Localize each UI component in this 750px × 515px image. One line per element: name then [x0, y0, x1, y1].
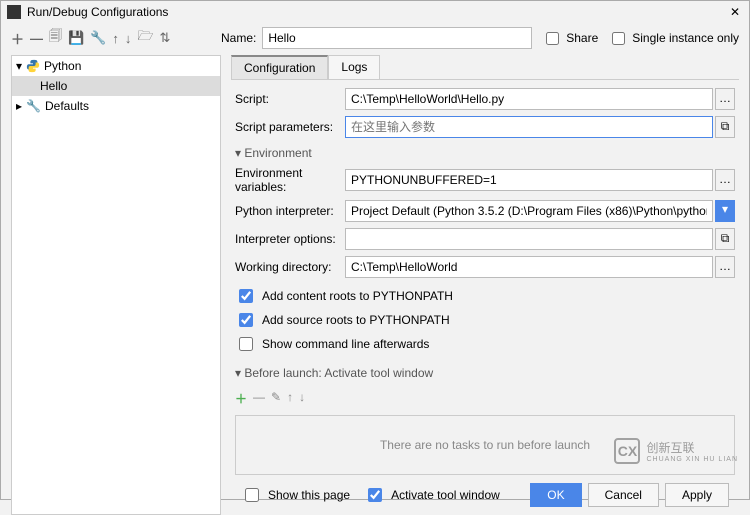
tree-item-defaults[interactable]: ▸ 🔧 Defaults — [12, 96, 220, 116]
script-params-expand-button[interactable]: ⧉ — [715, 116, 735, 138]
script-params-input[interactable] — [345, 116, 713, 138]
move-down-icon[interactable]: ↓ — [125, 31, 132, 46]
tree-label-hello: Hello — [40, 79, 67, 93]
environment-section-header[interactable]: ▾ Environment — [235, 144, 735, 166]
single-instance-label: Single instance only — [632, 31, 739, 45]
single-instance-checkbox[interactable] — [612, 32, 625, 45]
source-roots-checkbox[interactable] — [239, 313, 253, 327]
name-input[interactable] — [262, 27, 532, 49]
task-down-icon[interactable]: ↓ — [299, 390, 305, 407]
show-cmd-checkbox[interactable] — [239, 337, 253, 351]
watermark-logo: CX — [614, 438, 640, 464]
share-checkbox[interactable] — [546, 32, 559, 45]
envvars-label: Environment variables: — [235, 166, 345, 194]
remove-task-icon[interactable]: — — [253, 390, 265, 407]
working-dir-browse-button[interactable]: … — [715, 256, 735, 278]
watermark-line2: CHUANG XIN HU LIAN — [646, 456, 738, 463]
window-title: Run/Debug Configurations — [27, 5, 727, 19]
tree-label-python: Python — [44, 59, 81, 73]
close-icon[interactable]: ✕ — [727, 5, 743, 19]
cancel-button[interactable]: Cancel — [588, 483, 659, 507]
tab-configuration[interactable]: Configuration — [231, 55, 328, 79]
tree-item-hello[interactable]: Hello — [12, 76, 220, 96]
share-label: Share — [566, 31, 598, 45]
tree-item-python[interactable]: ▾ Python — [12, 56, 220, 76]
tab-logs[interactable]: Logs — [328, 55, 380, 79]
before-launch-empty-text: There are no tasks to run before launch — [380, 438, 590, 452]
envvars-input[interactable] — [345, 169, 713, 191]
wrench-icon[interactable]: 🔧 — [90, 30, 106, 46]
move-up-icon[interactable]: ↑ — [112, 31, 119, 46]
expand-icon[interactable]: ▸ — [16, 99, 22, 113]
expand-icon[interactable]: ▾ — [16, 59, 22, 73]
edit-task-icon[interactable]: ✎ — [271, 390, 281, 407]
interp-options-label: Interpreter options: — [235, 232, 345, 246]
wrench-icon: 🔧 — [26, 99, 41, 113]
watermark-line1: 创新互联 — [646, 439, 738, 456]
script-params-label: Script parameters: — [235, 120, 345, 134]
source-roots-label: Add source roots to PYTHONPATH — [262, 313, 450, 327]
interpreter-select[interactable] — [345, 200, 713, 222]
before-launch-toolbar: ＋ — ✎ ↑ ↓ — [235, 386, 735, 411]
before-launch-section-header[interactable]: ▾ Before launch: Activate tool window — [235, 364, 735, 386]
script-browse-button[interactable]: … — [715, 88, 735, 110]
add-task-icon[interactable]: ＋ — [235, 390, 247, 407]
collapse-icon: ▾ — [235, 366, 241, 380]
script-label: Script: — [235, 92, 345, 106]
envvars-browse-button[interactable]: … — [715, 169, 735, 191]
ok-button[interactable]: OK — [530, 483, 581, 507]
name-label: Name: — [221, 31, 256, 45]
working-dir-label: Working directory: — [235, 260, 345, 274]
script-input[interactable] — [345, 88, 713, 110]
task-up-icon[interactable]: ↑ — [287, 390, 293, 407]
interp-options-expand-button[interactable]: ⧉ — [715, 228, 735, 250]
remove-config-icon[interactable]: — — [30, 31, 43, 46]
app-icon — [7, 5, 21, 19]
watermark: CX 创新互联 CHUANG XIN HU LIAN — [614, 438, 738, 464]
save-config-icon[interactable]: 💾 — [68, 30, 84, 46]
interpreter-dropdown-button[interactable]: ▾ — [715, 200, 735, 222]
content-roots-label: Add content roots to PYTHONPATH — [262, 289, 453, 303]
copy-config-icon[interactable]: 🗐 — [49, 27, 62, 49]
folder-icon[interactable]: 🗁 — [137, 27, 153, 49]
working-dir-input[interactable] — [345, 256, 713, 278]
apply-button[interactable]: Apply — [665, 483, 729, 507]
sort-icon[interactable]: ⇅ — [160, 30, 171, 46]
show-cmd-label: Show command line afterwards — [262, 337, 429, 351]
python-icon — [26, 59, 40, 73]
tree-label-defaults: Defaults — [45, 99, 89, 113]
add-config-icon[interactable]: ＋ — [11, 29, 24, 48]
collapse-icon: ▾ — [235, 146, 241, 160]
config-tree[interactable]: ▾ Python Hello ▸ 🔧 Defaults — [11, 55, 221, 515]
interpreter-label: Python interpreter: — [235, 204, 345, 218]
interp-options-input[interactable] — [345, 228, 713, 250]
content-roots-checkbox[interactable] — [239, 289, 253, 303]
config-toolbar: ＋ — 🗐 💾 🔧 ↑ ↓ 🗁 ⇅ — [11, 27, 221, 49]
